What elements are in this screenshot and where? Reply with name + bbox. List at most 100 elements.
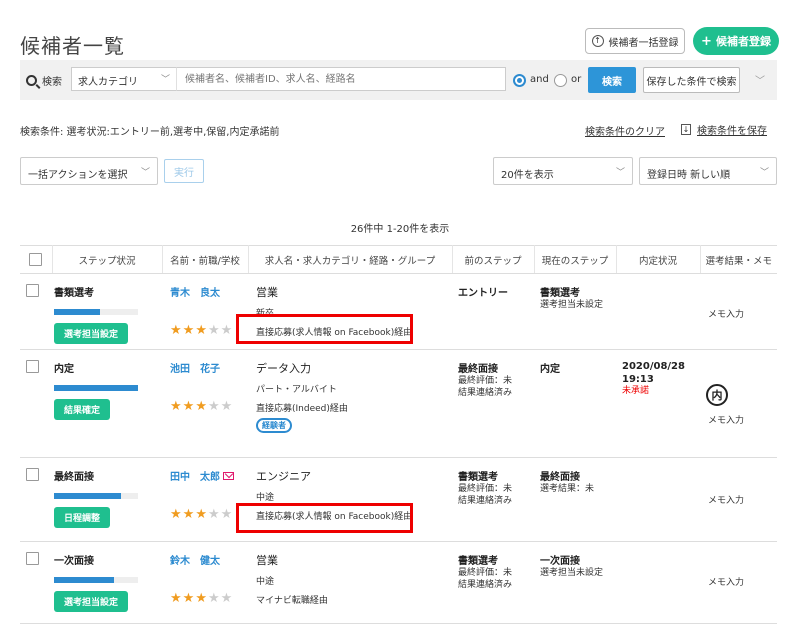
candidate-name-link[interactable]: 池田 花子	[170, 360, 220, 375]
previous-step: 書類選考	[458, 556, 498, 567]
select-all-checkbox[interactable]	[29, 252, 43, 266]
previous-step: 最終面接	[458, 364, 498, 375]
chevron-down-icon: ﹀	[160, 75, 170, 85]
rating-stars: ★★★★★	[162, 591, 248, 606]
star-empty-icon: ★	[220, 399, 234, 414]
bulk-register-button[interactable]: ↑ 候補者一括登録	[585, 28, 685, 54]
previous-step-evaluation: 最終評価：未	[458, 376, 513, 386]
step-status: 書類選考	[54, 288, 94, 299]
search-icon	[26, 75, 37, 86]
progress-fill	[54, 309, 101, 315]
current-step: 書類選考	[540, 288, 580, 299]
star-filled-icon: ★	[182, 591, 196, 606]
progress-fill	[54, 577, 115, 583]
bulk-register-label: 候補者一括登録	[608, 37, 679, 49]
previous-step: エントリー	[458, 288, 508, 299]
register-candidate-button[interactable]: + 候補者登録	[693, 27, 779, 55]
search-conditions: 検索条件: 選考状況:エントリー前,選考中,保留,内定承諾前	[20, 127, 280, 138]
confirm-result-button[interactable]: 結果確定	[54, 399, 111, 420]
highlight-box	[236, 503, 413, 533]
offer-time: 19:13	[622, 374, 654, 385]
row-checkbox[interactable]	[26, 468, 39, 481]
result-count: 26件中 1-20件を表示	[350, 224, 450, 235]
or-radio[interactable]	[554, 74, 567, 87]
column-header: 選考結果・メモ	[700, 245, 777, 274]
offer-status: 未承諾	[622, 386, 650, 396]
application-route: マイナビ転職経由	[256, 596, 328, 606]
search-button[interactable]: 検索	[588, 67, 636, 93]
previous-step-contact: 結果連絡済み	[458, 388, 513, 399]
job-category: パート・アルバイト	[256, 385, 337, 395]
schedule-button[interactable]: 日程調整	[54, 507, 111, 528]
candidate-name-link[interactable]: 田中 太郎	[170, 468, 220, 483]
row-checkbox[interactable]	[26, 360, 39, 373]
chevron-down-icon: ﹀	[615, 168, 625, 178]
execute-button[interactable]: 実行	[164, 159, 204, 183]
progress-fill	[54, 493, 122, 499]
star-filled-icon: ★	[182, 507, 196, 522]
candidate-table: ステップ状況 名前・前職/学校 求人名・求人カテゴリ・経路・グループ 前のステッ…	[20, 245, 777, 624]
per-page-select[interactable]: 20件を表示 ﹀	[493, 157, 633, 185]
job-category: 中途	[256, 577, 275, 587]
step-status: 内定	[54, 364, 74, 375]
column-header: 求人名・求人カテゴリ・経路・グループ	[248, 245, 453, 274]
keyword-search-input[interactable]	[176, 67, 506, 91]
column-header: 名前・前職/学校	[162, 245, 249, 274]
star-empty-icon: ★	[207, 323, 221, 338]
search-label: 検索	[42, 77, 62, 88]
highlight-box	[236, 314, 413, 344]
bulk-action-select[interactable]: 一括アクションを選択 ﹀	[20, 157, 158, 185]
job-category-select[interactable]: 求人カテゴリ ﹀	[71, 67, 177, 91]
saved-search-button[interactable]: 保存した条件で検索	[643, 67, 740, 93]
star-filled-icon: ★	[170, 591, 183, 606]
assign-reviewer-button[interactable]: 選考担当設定	[54, 591, 129, 612]
star-filled-icon: ★	[195, 591, 208, 606]
or-label: or	[571, 74, 582, 85]
save-conditions-link[interactable]: ↓ 検索条件を保存	[681, 122, 767, 137]
star-filled-icon: ★	[195, 399, 208, 414]
column-header: 現在のステップ	[534, 245, 617, 274]
and-label: and	[530, 74, 549, 85]
candidate-name-link[interactable]: 青木 良太	[170, 284, 220, 299]
download-icon: ↓	[681, 124, 691, 135]
previous-step-evaluation: 最終評価：未	[458, 484, 513, 494]
star-empty-icon: ★	[207, 591, 221, 606]
row-checkbox[interactable]	[26, 552, 39, 565]
column-header: 内定状況	[616, 245, 701, 274]
column-header: ステップ状況	[52, 245, 163, 274]
memo-input[interactable]: メモ入力	[704, 493, 744, 506]
step-progress-bar	[54, 309, 138, 315]
current-step-detail: 選考担当未設定	[540, 568, 604, 578]
memo-input[interactable]: メモ入力	[704, 307, 744, 320]
star-filled-icon: ★	[182, 399, 196, 414]
clear-conditions-link[interactable]: 検索条件のクリア	[585, 123, 665, 138]
sort-select[interactable]: 登録日時 新しい順 ﹀	[639, 157, 777, 185]
candidate-name-link[interactable]: 鈴木 健太	[170, 552, 220, 567]
assign-reviewer-button[interactable]: 選考担当設定	[54, 323, 129, 344]
table-row: 一次面接 選考担当設定 鈴木 健太 ★★★★★ 営業 中途 マイナビ転職経由 書…	[20, 541, 777, 624]
search-panel: 検索 求人カテゴリ ﹀ and or 検索 保存した条件で検索 ﹀	[20, 60, 777, 100]
mail-icon[interactable]	[223, 471, 234, 480]
memo-input[interactable]: メモ入力	[704, 413, 744, 426]
expand-chevron-icon[interactable]: ﹀	[755, 72, 765, 87]
rating-stars: ★★★★★	[162, 399, 248, 414]
star-filled-icon: ★	[170, 323, 183, 338]
star-empty-icon: ★	[207, 399, 221, 414]
row-checkbox[interactable]	[26, 284, 39, 297]
previous-step: 書類選考	[458, 472, 498, 483]
and-radio[interactable]	[513, 74, 526, 87]
current-step-detail: 選考担当未設定	[540, 300, 604, 310]
register-label: 候補者登録	[715, 35, 771, 48]
step-progress-bar	[54, 493, 138, 499]
star-empty-icon: ★	[207, 507, 221, 522]
job-title: 営業	[256, 286, 278, 299]
previous-step-evaluation: 最終評価：未	[458, 568, 513, 578]
offer-date: 2020/08/28	[622, 361, 685, 372]
chevron-down-icon: ﹀	[140, 168, 150, 178]
job-category: 中途	[256, 493, 275, 503]
memo-input[interactable]: メモ入力	[704, 575, 744, 588]
step-status: 一次面接	[54, 556, 94, 567]
star-filled-icon: ★	[170, 507, 183, 522]
column-header: 前のステップ	[452, 245, 535, 274]
step-status: 最終面接	[54, 472, 94, 483]
